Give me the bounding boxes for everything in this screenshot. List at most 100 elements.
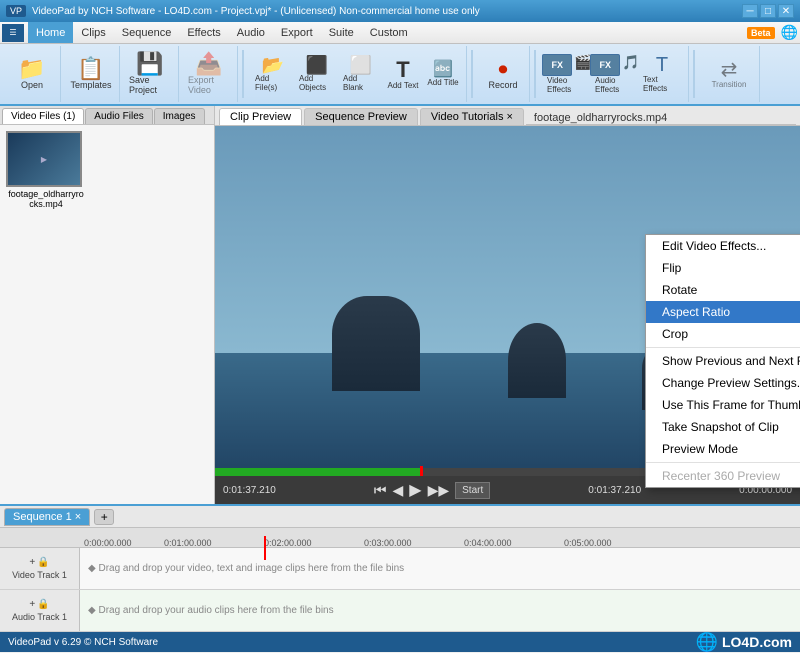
- images-tab[interactable]: Images: [154, 108, 205, 124]
- social-icons: 🌐: [781, 24, 798, 41]
- close-button[interactable]: ✕: [778, 4, 794, 18]
- audio-track-lock[interactable]: 🔒: [37, 599, 49, 610]
- menu-sequence[interactable]: Sequence: [114, 22, 180, 43]
- text-effects-label: Text Effects: [643, 75, 681, 93]
- file-list: ▶ footage_oldharryrocks.mp4: [0, 125, 214, 504]
- ribbon-file-group: 📁 Open: [4, 46, 61, 102]
- ruler-mark-5: 0:05:00.000: [564, 538, 612, 548]
- video-effects-button[interactable]: FX 🎬 Video Effects: [544, 50, 590, 98]
- add-sequence-button[interactable]: +: [94, 509, 114, 525]
- maximize-button[interactable]: □: [760, 4, 776, 18]
- menu-bar: ☰ Home Clips Sequence Effects Audio Expo…: [0, 22, 800, 44]
- add-objects-label: Add Objects: [299, 74, 335, 92]
- add-files-icon: 📂: [262, 56, 284, 74]
- ctx-take-snapshot[interactable]: Take Snapshot of Clip ▶: [646, 416, 800, 438]
- add-blank-button[interactable]: ⬜ Add Blank: [340, 50, 382, 98]
- record-label: Record: [488, 80, 517, 90]
- audio-drag-hint: ◆ Drag and drop your audio clips here fr…: [80, 605, 334, 616]
- ctx-separator-2: [646, 462, 800, 463]
- video-tutorials-tab[interactable]: Video Tutorials ×: [420, 108, 524, 125]
- menu-audio[interactable]: Audio: [229, 22, 273, 43]
- video-track-lock[interactable]: 🔒: [37, 557, 49, 568]
- add-text-button[interactable]: T Add Text: [384, 50, 422, 98]
- video-drag-hint: ◆ Drag and drop your video, text and ima…: [80, 563, 404, 574]
- sequence-preview-tab[interactable]: Sequence Preview: [304, 108, 418, 125]
- audio-track-label: + 🔒 Audio Track 1: [0, 590, 80, 631]
- audio-files-tab[interactable]: Audio Files: [85, 108, 152, 124]
- timeline-container: Sequence 1 × + 0:00:00.000 0:01:00.000 0…: [0, 504, 800, 632]
- ribbon-record-group: ⏺ Record: [477, 46, 530, 102]
- export-label: Export Video: [188, 75, 230, 95]
- clip-current-time: 0:01:37.210: [588, 485, 641, 496]
- ctx-recenter-360-label: Recenter 360 Preview: [662, 469, 780, 483]
- add-blank-label: Add Blank: [343, 74, 379, 92]
- export-video-button[interactable]: 📤 Export Video: [185, 50, 233, 98]
- ctx-show-prev-next-label: Show Previous and Next Frames: [662, 354, 800, 368]
- ctx-crop[interactable]: Crop ▶: [646, 323, 800, 345]
- ctx-flip[interactable]: Flip ▶: [646, 257, 800, 279]
- ctx-rotate[interactable]: Rotate ▶: [646, 279, 800, 301]
- ctx-change-preview[interactable]: Change Preview Settings...: [646, 372, 800, 394]
- audio-track-content[interactable]: ◆ Drag and drop your audio clips here fr…: [80, 590, 800, 631]
- title-bar: VP VideoPad by NCH Software - LO4D.com -…: [0, 0, 800, 22]
- ctx-rotate-label: Rotate: [662, 283, 697, 297]
- save-project-button[interactable]: 💾 Save Project: [126, 50, 174, 98]
- ctx-show-prev-next[interactable]: Show Previous and Next Frames: [646, 350, 800, 372]
- record-button[interactable]: ⏺ Record: [481, 50, 525, 98]
- audio-effects-button[interactable]: FX 🎵 Audio Effects: [592, 50, 638, 98]
- open-button[interactable]: 📁 Open: [8, 50, 56, 98]
- preview-go-start[interactable]: ⏮: [374, 482, 387, 499]
- sequence-1-tab[interactable]: Sequence 1 ×: [4, 508, 90, 526]
- preview-tab-bar: Clip Preview Sequence Preview Video Tuto…: [215, 106, 800, 126]
- templates-button[interactable]: 📋 Templates: [67, 50, 115, 98]
- preview-area: 0:01:37.210 ⏮ ◀ ▶ ▶▶ Start 0:01:37.210 0…: [215, 126, 800, 504]
- menu-effects[interactable]: Effects: [179, 22, 228, 43]
- preview-step-fwd[interactable]: ▶▶: [428, 482, 450, 499]
- minimize-button[interactable]: ─: [742, 4, 758, 18]
- ruler-mark-1: 0:01:00.000: [164, 538, 212, 548]
- ctx-edit-video-effects[interactable]: Edit Video Effects... Alt+V: [646, 235, 800, 257]
- add-text-label: Add Text: [388, 81, 419, 90]
- ctx-preview-mode[interactable]: Preview Mode ▶: [646, 438, 800, 460]
- video-track-content[interactable]: ◆ Drag and drop your video, text and ima…: [80, 548, 800, 589]
- menu-clips[interactable]: Clips: [73, 22, 113, 43]
- preview-start-button[interactable]: Start: [455, 482, 490, 499]
- video-effects-fx-box: FX: [542, 54, 572, 76]
- timeline-ruler: 0:00:00.000 0:01:00.000 0:02:00.000 0:03…: [0, 528, 800, 548]
- menu-export[interactable]: Export: [273, 22, 321, 43]
- add-objects-button[interactable]: ⬛ Add Objects: [296, 50, 338, 98]
- add-files-label: Add File(s): [255, 74, 291, 92]
- record-icon: ⏺: [499, 59, 508, 80]
- preview-play[interactable]: ▶: [409, 480, 421, 500]
- ribbon: 📁 Open 📋 Templates 💾 Save Project 📤 Expo…: [0, 44, 800, 106]
- transition-label: Transition: [712, 80, 747, 89]
- add-title-button[interactable]: 🔤 Add Title: [424, 50, 462, 98]
- ctx-aspect-ratio-label: Aspect Ratio: [662, 305, 730, 319]
- ctx-preview-mode-label: Preview Mode: [662, 442, 738, 456]
- add-files-button[interactable]: 📂 Add File(s): [252, 50, 294, 98]
- menu-suite[interactable]: Suite: [321, 22, 362, 43]
- list-item[interactable]: ▶ footage_oldharryrocks.mp4: [6, 131, 86, 209]
- ruler-mark-2: 0:02:00.000: [264, 538, 312, 548]
- templates-icon: 📋: [77, 58, 104, 80]
- transition-button[interactable]: ⇄ Transition: [703, 50, 755, 98]
- window-controls[interactable]: ─ □ ✕: [742, 4, 794, 18]
- title-text: VideoPad by NCH Software - LO4D.com - Pr…: [32, 6, 480, 17]
- beta-badge: Beta: [747, 27, 775, 39]
- text-effects-button[interactable]: T Text Effects: [640, 50, 684, 98]
- video-files-tab[interactable]: Video Files (1): [2, 108, 84, 124]
- sequence-bar: Sequence 1 × +: [0, 506, 800, 528]
- clip-preview-tab[interactable]: Clip Preview: [219, 108, 302, 125]
- menu-home[interactable]: Home: [28, 22, 73, 43]
- lo4d-logo: 🌐: [696, 632, 718, 653]
- ribbon-export-group: 📤 Export Video: [181, 46, 238, 102]
- file-thumbnail: ▶: [6, 131, 82, 187]
- ctx-aspect-ratio[interactable]: Aspect Ratio ▶: [646, 301, 800, 323]
- preview-step-back[interactable]: ◀: [392, 482, 403, 499]
- menu-custom[interactable]: Custom: [362, 22, 416, 43]
- preview-filename: footage_oldharryrocks.mp4: [534, 112, 667, 124]
- ruler-mark-4: 0:04:00.000: [464, 538, 512, 548]
- ctx-use-thumb[interactable]: Use This Frame for Thumb Frame: [646, 394, 800, 416]
- video-track-add[interactable]: +: [29, 557, 35, 568]
- audio-track-add[interactable]: +: [29, 599, 35, 610]
